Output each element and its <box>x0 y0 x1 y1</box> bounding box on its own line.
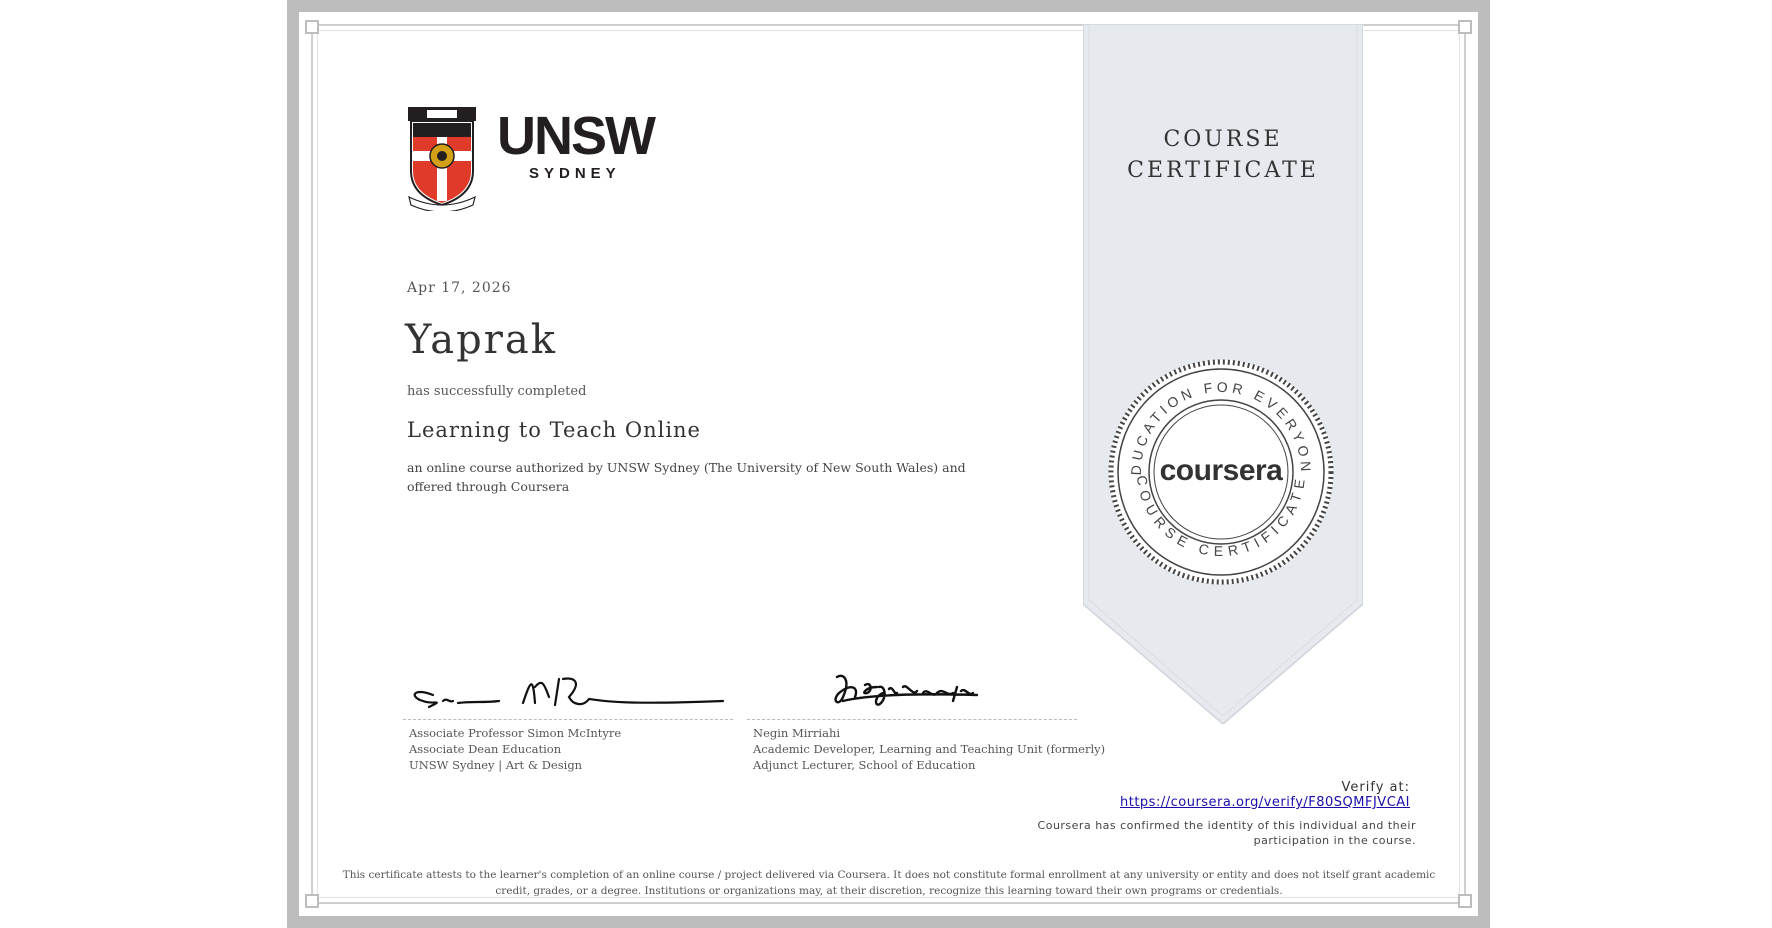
certificate-outer-frame: UNSW SYDNEY Apr 17, 2026 Yaprak has succ… <box>287 0 1490 928</box>
unsw-sydney-text: SYDNEY <box>529 165 621 182</box>
course-title: Learning to Teach Online <box>407 418 701 442</box>
unsw-wordmark: UNSW <box>497 106 656 166</box>
certificate-ribbon: COURSE CERTIFICATE DUCATION FOR EVERYON … <box>1083 24 1363 724</box>
signature-image <box>834 674 979 706</box>
certificate-sheet: UNSW SYDNEY Apr 17, 2026 Yaprak has succ… <box>299 12 1478 916</box>
signatory-details: Negin Mirriahi Academic Developer, Learn… <box>753 725 1105 773</box>
signature-line <box>403 719 733 720</box>
signature-image <box>413 677 725 709</box>
unsw-logo: UNSW SYDNEY <box>407 107 656 211</box>
ribbon-title: COURSE CERTIFICATE <box>1083 124 1363 186</box>
authorized-text: an online course authorized by UNSW Sydn… <box>407 460 966 494</box>
coursera-seal: EDUCATION FOR EVERYONE COURSE CERTIFICAT… <box>1107 358 1335 586</box>
signature-line <box>747 719 1077 720</box>
signatory-affiliation: Adjunct Lecturer, School of Education <box>753 758 976 772</box>
identity-confirm-text: Coursera has confirmed the identity of t… <box>1037 819 1416 847</box>
signatory-title: Academic Developer, Learning and Teachin… <box>753 742 1106 756</box>
verify-link[interactable]: https://coursera.org/verify/F80SQMFJVCAI <box>1120 795 1410 810</box>
recipient-name: Yaprak <box>405 317 557 363</box>
signatory-title: Associate Dean Education <box>409 742 562 756</box>
signatory-name: Negin Mirriahi <box>753 726 841 740</box>
signatory-affiliation: UNSW Sydney | Art & Design <box>409 758 583 772</box>
certificate-page: UNSW SYDNEY Apr 17, 2026 Yaprak has succ… <box>0 0 1772 928</box>
ribbon-title-line2: CERTIFICATE <box>1127 158 1319 183</box>
unsw-crest-icon <box>408 107 476 211</box>
certificate-disclaimer: This certificate attests to the learner'… <box>342 869 1436 897</box>
completion-date: Apr 17, 2026 <box>407 280 512 296</box>
coursera-wordmark: coursera <box>1159 454 1283 487</box>
signatory-name: Associate Professor Simon McIntyre <box>409 726 622 740</box>
verify-label: Verify at: <box>1341 780 1410 795</box>
signatory-details: Associate Professor Simon McIntyre Assoc… <box>409 725 621 773</box>
completed-text: has successfully completed <box>407 384 587 399</box>
ribbon-title-line1: COURSE <box>1163 127 1283 152</box>
